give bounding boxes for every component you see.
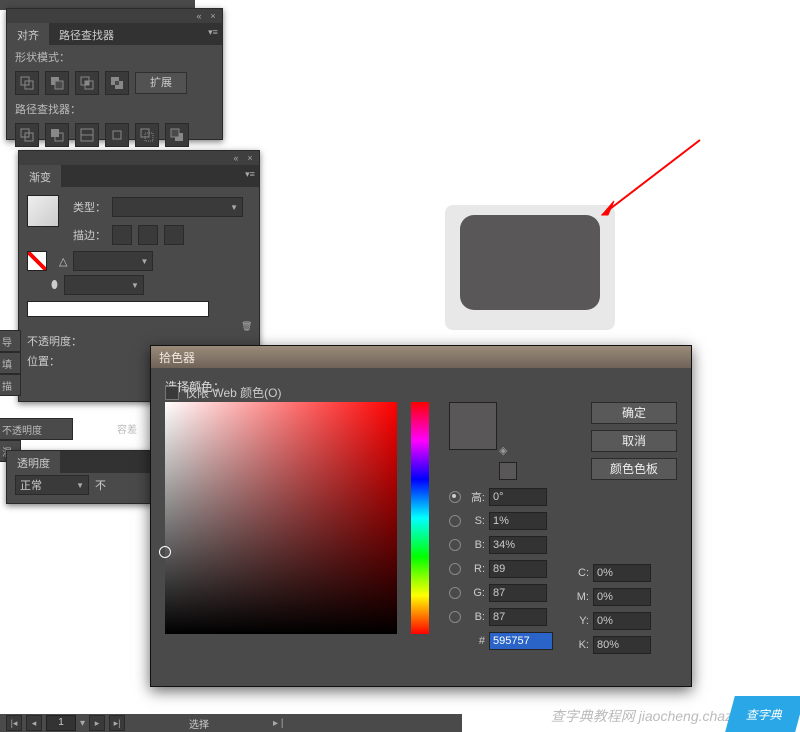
web-only-checkbox[interactable] bbox=[165, 386, 179, 400]
c-label: C: bbox=[571, 567, 589, 579]
watermark-badge: 查字典 bbox=[725, 696, 800, 732]
angle-icon: △ bbox=[59, 255, 67, 268]
hex-input[interactable] bbox=[489, 632, 553, 650]
shapemode-unite-button[interactable] bbox=[15, 71, 39, 95]
blend-mode-select[interactable]: 正常▼ bbox=[15, 475, 89, 495]
saturation-value-field[interactable] bbox=[165, 402, 397, 634]
pf-divide-button[interactable] bbox=[15, 123, 39, 147]
gradient-preview-swatch[interactable] bbox=[27, 195, 59, 227]
color-picker-dialog: 拾色器 选择颜色： ◈ 确定 取消 颜色色板 高: S: B: R: G: B:… bbox=[150, 345, 692, 687]
no-gradient-swatch[interactable] bbox=[27, 251, 47, 271]
align-pathfinder-panel: « × 对齐 路径查找器 ▾≡ 形状模式： 扩展 路径查找器： bbox=[6, 8, 223, 140]
transparency-panel: 透明度 正常▼ 不 bbox=[6, 450, 153, 504]
first-page-button[interactable]: |◂ bbox=[6, 715, 22, 731]
opacity-label: 不透明度： bbox=[27, 333, 82, 349]
status-bar: |◂ ◂ 1 ▾ ▸ ▸| 选择 ▸ | bbox=[0, 714, 462, 732]
pf-merge-button[interactable] bbox=[75, 123, 99, 147]
s-input[interactable] bbox=[489, 512, 547, 530]
s-label: S: bbox=[467, 515, 485, 527]
dialog-title: 拾色器 bbox=[151, 346, 691, 368]
prev-page-button[interactable]: ◂ bbox=[26, 715, 42, 731]
b-label: B: bbox=[467, 539, 485, 551]
hsb-b-radio[interactable] bbox=[449, 539, 461, 551]
ok-button[interactable]: 确定 bbox=[591, 402, 677, 424]
position-label: 位置： bbox=[27, 353, 60, 369]
panel-menu-icon[interactable]: ▾≡ bbox=[245, 169, 255, 179]
pf-outline-button[interactable] bbox=[135, 123, 159, 147]
pf-minus-back-button[interactable] bbox=[165, 123, 189, 147]
panel-menu-icon[interactable]: ▾≡ bbox=[208, 27, 218, 37]
canvas-inner-rounded-rect bbox=[460, 215, 600, 310]
expand-button[interactable]: 扩展 bbox=[135, 72, 187, 94]
gradient-type-select[interactable]: ▼ bbox=[112, 197, 243, 217]
c-input[interactable] bbox=[593, 564, 651, 582]
edge-tab-c[interactable]: 描 bbox=[0, 374, 21, 396]
hue-slider[interactable] bbox=[411, 402, 429, 634]
r-input[interactable] bbox=[489, 560, 547, 578]
angle-select[interactable]: ▼ bbox=[73, 251, 153, 271]
edge-tolerance-label: 容差 bbox=[115, 418, 152, 438]
h-input[interactable] bbox=[489, 488, 547, 506]
pathfinder-label: 路径查找器： bbox=[7, 97, 222, 121]
collapse-icon[interactable]: « bbox=[194, 11, 204, 21]
aspect-select[interactable]: ▼ bbox=[64, 275, 144, 295]
tab-gradient[interactable]: 渐变 bbox=[19, 165, 61, 187]
out-of-gamut-icon[interactable]: ◈ bbox=[499, 444, 507, 457]
stroke-apply-along-button[interactable] bbox=[138, 225, 158, 245]
cancel-button[interactable]: 取消 bbox=[591, 430, 677, 452]
pf-crop-button[interactable] bbox=[105, 123, 129, 147]
web-only-label: 仅限 Web 颜色(O) bbox=[185, 384, 281, 401]
y-label: Y: bbox=[571, 615, 589, 627]
close-icon[interactable]: × bbox=[208, 11, 218, 21]
shapemode-minus-front-button[interactable] bbox=[45, 71, 69, 95]
g-input[interactable] bbox=[489, 584, 547, 602]
pf-trim-button[interactable] bbox=[45, 123, 69, 147]
rgb-g-radio[interactable] bbox=[449, 587, 461, 599]
color-preview-old[interactable] bbox=[499, 462, 517, 480]
stroke-label: 描边： bbox=[73, 227, 106, 243]
b-input[interactable] bbox=[489, 536, 547, 554]
stroke-apply-within-button[interactable] bbox=[112, 225, 132, 245]
h-label: 高: bbox=[467, 489, 485, 505]
shapemode-intersect-button[interactable] bbox=[75, 71, 99, 95]
collapse-icon[interactable]: « bbox=[231, 153, 241, 163]
gradient-ramp[interactable] bbox=[27, 301, 209, 317]
select-label: 选择 bbox=[189, 716, 209, 731]
bb-label: B: bbox=[467, 611, 485, 623]
rgb-r-radio[interactable] bbox=[449, 563, 461, 575]
stroke-apply-across-button[interactable] bbox=[164, 225, 184, 245]
g-label: G: bbox=[467, 587, 485, 599]
m-input[interactable] bbox=[593, 588, 651, 606]
bb-input[interactable] bbox=[489, 608, 547, 626]
hsb-s-radio[interactable] bbox=[449, 515, 461, 527]
edge-tab-b[interactable]: 填 bbox=[0, 352, 21, 374]
r-label: R: bbox=[467, 563, 485, 575]
shape-mode-label: 形状模式： bbox=[7, 45, 222, 69]
hex-label: # bbox=[467, 635, 485, 647]
tab-transparency[interactable]: 透明度 bbox=[7, 451, 60, 473]
tab-pathfinder[interactable]: 路径查找器 bbox=[49, 23, 124, 45]
m-label: M: bbox=[571, 591, 589, 603]
opacity-prefix: 不 bbox=[95, 477, 106, 493]
aspect-icon: ⬮ bbox=[51, 279, 58, 292]
tab-align[interactable]: 对齐 bbox=[7, 23, 49, 45]
last-page-button[interactable]: ▸| bbox=[109, 715, 125, 731]
hsb-h-radio[interactable] bbox=[449, 491, 461, 503]
page-number-input[interactable]: 1 bbox=[46, 715, 76, 731]
rgb-b-radio[interactable] bbox=[449, 611, 461, 623]
shapemode-exclude-button[interactable] bbox=[105, 71, 129, 95]
sv-cursor[interactable] bbox=[159, 546, 171, 558]
color-preview-new bbox=[449, 402, 497, 450]
edge-opacity-label: 不透明度 bbox=[0, 418, 73, 440]
type-label: 类型： bbox=[73, 199, 106, 215]
y-input[interactable] bbox=[593, 612, 651, 630]
k-label: K: bbox=[571, 639, 589, 651]
swatches-button[interactable]: 颜色色板 bbox=[591, 458, 677, 480]
annotation-arrow bbox=[590, 135, 710, 235]
next-page-button[interactable]: ▸ bbox=[89, 715, 105, 731]
k-input[interactable] bbox=[593, 636, 651, 654]
close-icon[interactable]: × bbox=[245, 153, 255, 163]
trash-icon[interactable]: 🗑 bbox=[241, 321, 251, 331]
edge-tab-a[interactable]: 导 bbox=[0, 330, 21, 352]
